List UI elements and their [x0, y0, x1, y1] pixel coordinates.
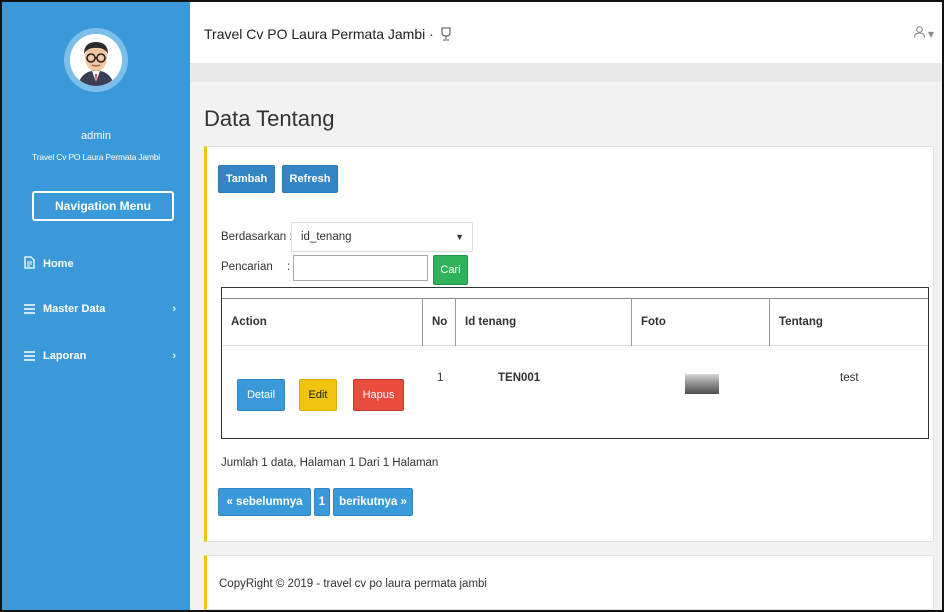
pagination: « sebelumnya 1 berikutnya »	[218, 488, 413, 518]
column-header-tentang: Tentang	[770, 298, 928, 346]
topbar: Travel Cv PO Laura Permata Jambi · ▾	[190, 2, 942, 64]
footer-copyright: CopyRight © 2019 - travel cv po laura pe…	[219, 578, 487, 590]
avatar-ring	[64, 28, 128, 92]
tambah-button[interactable]: Tambah	[218, 165, 275, 193]
menu-icon	[24, 349, 35, 364]
hapus-button[interactable]: Hapus	[353, 379, 404, 411]
sidebar-item-label: Laporan	[43, 350, 87, 362]
menu-icon	[24, 302, 35, 317]
user-icon	[913, 26, 928, 41]
refresh-button[interactable]: Refresh	[282, 165, 338, 193]
search-label: Pencarian	[221, 261, 273, 273]
chevron-down-icon: ▾	[927, 27, 934, 41]
column-header-no: No	[423, 298, 455, 346]
detail-button[interactable]: Detail	[237, 379, 285, 411]
brand[interactable]: Travel Cv PO Laura Permata Jambi ·	[204, 26, 452, 44]
sidebar-item-home[interactable]: Home	[2, 252, 190, 276]
main-content: Data Tentang Tambah Refresh Berdasarkan …	[190, 82, 942, 610]
foto-thumbnail[interactable]	[685, 374, 719, 394]
sidebar-item-label: Master Data	[43, 303, 106, 315]
avatar	[70, 34, 122, 86]
brand-title: Travel Cv PO Laura Permata Jambi	[204, 26, 426, 42]
sidebar-username: admin	[81, 130, 111, 142]
chevron-right-icon: ›	[172, 303, 176, 315]
edit-button[interactable]: Edit	[299, 379, 337, 411]
sidebar-item-label: Home	[43, 258, 74, 270]
cell-tentang: test	[840, 372, 859, 384]
sidebar: admin Travel Cv PO Laura Permata Jambi N…	[2, 2, 190, 610]
filter-by-select[interactable]: id_tenang ▼	[291, 222, 473, 252]
sidebar-item-master-data[interactable]: Master Data ›	[2, 297, 190, 321]
next-page-button[interactable]: berikutnya »	[333, 488, 413, 516]
app-frame: admin Travel Cv PO Laura Permata Jambi N…	[0, 0, 944, 612]
sidebar-company: Travel Cv PO Laura Permata Jambi	[32, 152, 160, 162]
page-1-button[interactable]: 1	[314, 488, 330, 516]
filter-by-value: id_tenang	[301, 231, 352, 243]
filter-by-label: Berdasarkan :	[221, 231, 293, 243]
chevron-right-icon: ›	[172, 350, 176, 362]
avatar-icon	[70, 34, 122, 86]
column-header-id: Id tenang	[456, 298, 631, 346]
cari-button[interactable]: Cari	[433, 255, 468, 285]
data-panel: Tambah Refresh Berdasarkan : id_tenang ▼…	[204, 146, 934, 542]
cell-id: TEN001	[498, 372, 541, 384]
file-icon	[24, 256, 35, 272]
column-header-action: Action	[222, 298, 422, 346]
header-strip	[190, 64, 942, 82]
footer: CopyRight © 2019 - travel cv po laura pe…	[204, 555, 934, 610]
data-table: Action No Id tenang Foto Tentang Detail …	[221, 287, 929, 439]
trophy-icon	[440, 27, 452, 44]
pagination-summary: Jumlah 1 data, Halaman 1 Dari 1 Halaman	[221, 457, 439, 469]
sidebar-item-laporan[interactable]: Laporan ›	[2, 344, 190, 368]
page-title: Data Tentang	[204, 106, 335, 131]
search-colon: :	[287, 261, 291, 273]
chevron-down-icon: ▼	[455, 232, 464, 242]
cell-no: 1	[437, 372, 444, 384]
column-header-foto: Foto	[632, 298, 769, 346]
navigation-menu-button[interactable]: Navigation Menu	[32, 191, 174, 221]
user-menu[interactable]: ▾	[913, 26, 934, 41]
search-input[interactable]	[293, 255, 428, 281]
prev-page-button[interactable]: « sebelumnya	[218, 488, 311, 516]
